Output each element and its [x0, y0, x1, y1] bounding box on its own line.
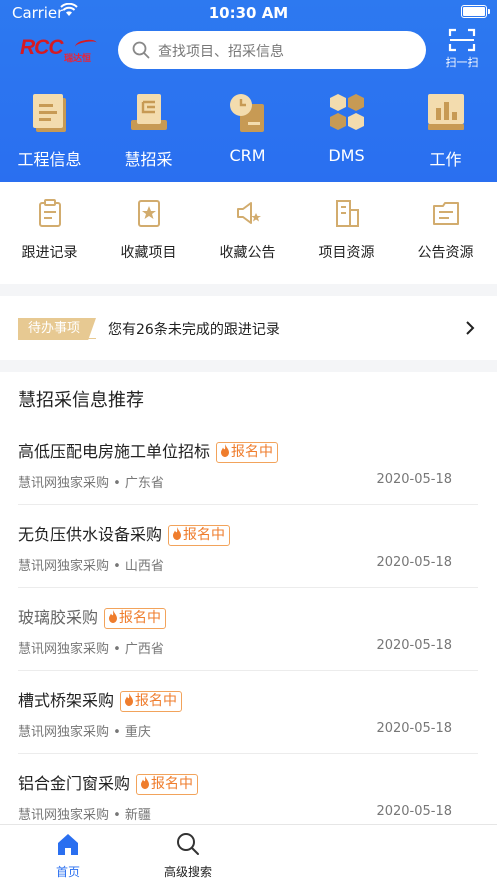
list-item[interactable]: 高低压配电房施工单位招标 报名中 慧讯网独家采购 • 广东省 2020-05-18 — [18, 422, 478, 505]
scan-icon — [448, 28, 476, 52]
item-source: 慧讯网独家采购 • 新疆 — [18, 808, 151, 823]
item-source: 慧讯网独家采购 • 重庆 — [18, 725, 151, 740]
flame-icon — [141, 776, 150, 789]
quick-project-resources[interactable]: 项目资源 — [297, 198, 396, 262]
status-badge: 报名中 — [104, 608, 167, 629]
item-date: 2020-05-18 — [376, 555, 452, 570]
nav-item-crm[interactable]: CRM — [198, 90, 297, 170]
document-icon — [32, 94, 66, 132]
search-placeholder: 查找项目、招采信息 — [158, 44, 284, 60]
list-item[interactable]: 无负压供水设备采购 报名中 慧讯网独家采购 • 山西省 2020-05-18 — [18, 505, 478, 588]
quick-label: 跟进记录 — [21, 245, 78, 261]
quick-label: 收藏公告 — [219, 245, 276, 261]
quick-announcement-resources[interactable]: 公告资源 — [396, 198, 495, 262]
section-title: 慧招采信息推荐 — [18, 390, 144, 411]
list-item[interactable]: 槽式桥架采购 报名中 慧讯网独家采购 • 重庆 2020-05-18 — [18, 671, 478, 754]
scan-button[interactable]: 扫一扫 — [440, 28, 484, 72]
flame-icon — [173, 527, 182, 540]
status-badge: 报名中 — [216, 442, 279, 463]
megaphone-star-icon — [236, 202, 261, 224]
flame-icon — [125, 693, 134, 706]
item-title: 铝合金门窗采购 — [18, 774, 131, 793]
header: Carrier 10:30 AM RCC 瑞达恒 查找项目、招采信息 扫一扫 工… — [0, 0, 497, 182]
tray-icon — [130, 94, 167, 130]
nav-label: CRM — [229, 146, 266, 165]
item-title: 无负压供水设备采购 — [18, 525, 163, 544]
chevron-right-icon — [466, 321, 475, 335]
item-date: 2020-05-18 — [376, 472, 452, 487]
nav-label: DMS — [328, 146, 365, 165]
status-bar: Carrier 10:30 AM — [0, 0, 497, 26]
todo-text: 您有26条未完成的跟进记录 — [108, 322, 280, 338]
chart-icon — [427, 94, 464, 130]
flame-icon — [109, 610, 118, 623]
item-date: 2020-05-18 — [376, 638, 452, 653]
clock-icon — [229, 94, 264, 132]
quick-actions: 跟进记录 收藏项目 收藏公告 项目资源 公告资源 — [0, 182, 497, 284]
quick-label: 公告资源 — [417, 245, 474, 261]
item-source: 慧讯网独家采购 • 山西省 — [18, 559, 164, 574]
todo-banner[interactable]: 待办事项 您有26条未完成的跟进记录 — [0, 296, 497, 360]
tab-bar: 首页 高级搜索 — [0, 824, 497, 883]
nav-label: 工程信息 — [17, 150, 82, 169]
quick-favorite-projects[interactable]: 收藏项目 — [99, 198, 198, 262]
item-source: 慧讯网独家采购 • 广东省 — [18, 476, 164, 491]
tab-home[interactable]: 首页 — [8, 831, 128, 880]
nav-item-smart-procurement[interactable]: 慧招采 — [99, 90, 198, 170]
recommend-list: 高低压配电房施工单位招标 报名中 慧讯网独家采购 • 广东省 2020-05-18… — [0, 422, 497, 824]
quick-favorite-announcements[interactable]: 收藏公告 — [198, 198, 297, 262]
quick-label: 项目资源 — [318, 245, 375, 261]
scan-label: 扫一扫 — [445, 56, 479, 69]
todo-tag: 待办事项 — [18, 318, 96, 340]
nav-item-engineering-info[interactable]: 工程信息 — [0, 90, 99, 170]
item-date: 2020-05-18 — [376, 804, 452, 819]
nav-item-work[interactable]: 工作 — [396, 90, 495, 170]
building-icon — [335, 200, 359, 227]
item-title: 高低压配电房施工单位招标 — [18, 442, 211, 461]
quick-follow-up-records[interactable]: 跟进记录 — [0, 198, 99, 262]
item-title: 玻璃胶采购 — [18, 608, 99, 627]
status-badge: 报名中 — [168, 525, 231, 546]
nav-label: 工作 — [429, 150, 462, 169]
folder-doc-icon — [432, 202, 459, 225]
status-badge: 报名中 — [120, 691, 183, 712]
home-icon — [58, 834, 78, 855]
nav-label: 慧招采 — [124, 150, 173, 169]
battery-icon — [461, 5, 490, 18]
clipboard-icon — [38, 199, 61, 227]
item-source: 慧讯网独家采购 • 广西省 — [18, 642, 164, 657]
quick-label: 收藏项目 — [120, 245, 177, 261]
flame-icon — [221, 444, 230, 457]
search-input[interactable]: 查找项目、招采信息 — [118, 31, 426, 69]
search-icon — [132, 41, 150, 59]
hexagon-icon — [329, 94, 364, 130]
tab-advanced-search[interactable]: 高级搜索 — [128, 831, 248, 880]
nav-item-dms[interactable]: DMS — [297, 90, 396, 170]
item-title: 槽式桥架采购 — [18, 691, 115, 710]
recommend-section: 慧招采信息推荐 高低压配电房施工单位招标 报名中 慧讯网独家采购 • 广东省 20… — [0, 372, 497, 824]
app-logo: RCC 瑞达恒 — [20, 36, 100, 66]
search-icon — [177, 833, 199, 855]
star-doc-icon — [137, 200, 160, 227]
tab-label: 高级搜索 — [163, 865, 212, 879]
list-item[interactable]: 玻璃胶采购 报名中 慧讯网独家采购 • 广西省 2020-05-18 — [18, 588, 478, 671]
clock-time: 10:30 AM — [208, 4, 289, 22]
item-date: 2020-05-18 — [376, 721, 452, 736]
list-item[interactable]: 铝合金门窗采购 报名中 慧讯网独家采购 • 新疆 2020-05-18 — [18, 754, 478, 824]
status-badge: 报名中 — [136, 774, 199, 795]
top-nav: 工程信息 慧招采 CRM DMS 工作 — [0, 90, 497, 170]
tab-label: 首页 — [55, 865, 80, 879]
